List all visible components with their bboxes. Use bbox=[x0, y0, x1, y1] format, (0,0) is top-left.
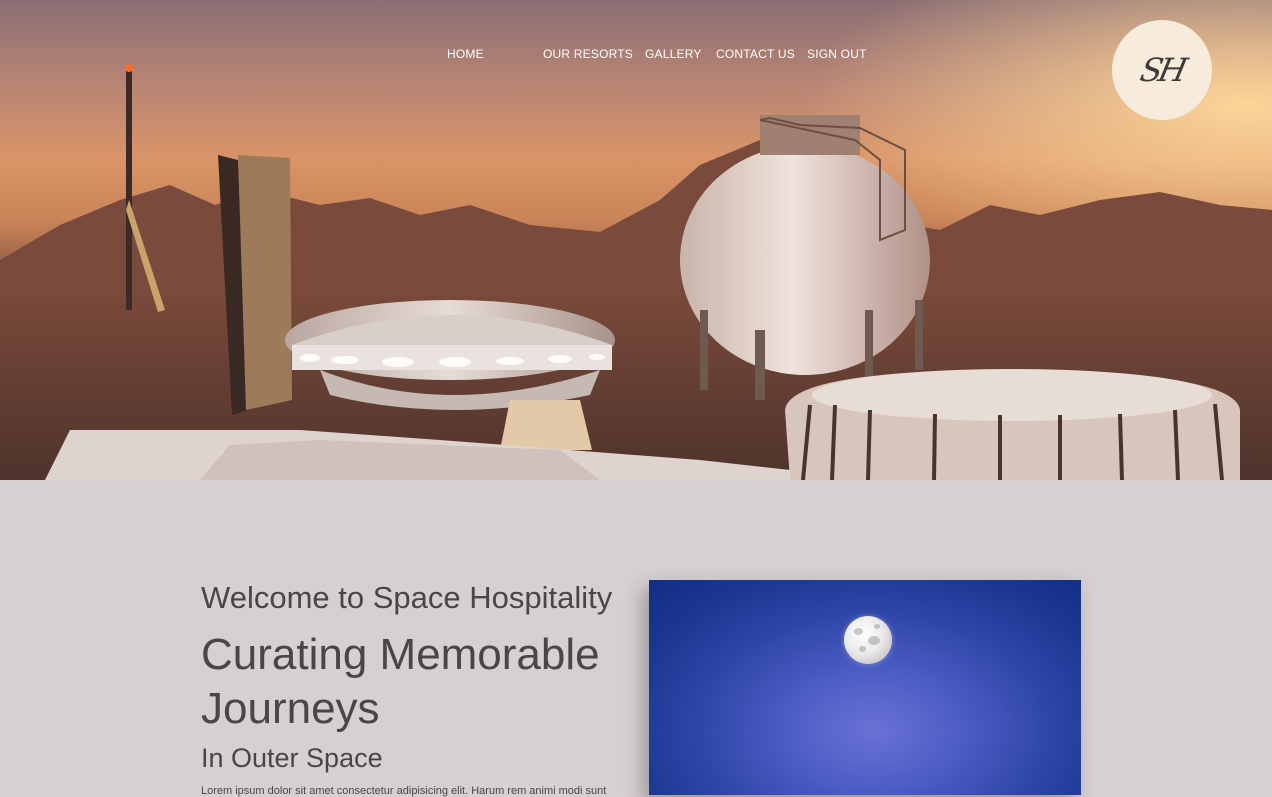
logo-badge[interactable]: SH bbox=[1112, 20, 1212, 120]
welcome-heading: Welcome to Space Hospitality bbox=[201, 580, 613, 615]
intro-section: Welcome to Space Hospitality Curating Me… bbox=[0, 480, 1272, 797]
logo-monogram: SH bbox=[1137, 51, 1187, 89]
nav-gallery-link[interactable]: GALLERY bbox=[645, 47, 702, 61]
moon-icon bbox=[844, 616, 892, 664]
hero-image bbox=[0, 0, 1272, 480]
main-navigation: HOME OUR RESORTS GALLERY CONTACT US SIGN… bbox=[0, 47, 1272, 65]
main-headline: Curating Memorable Journeys bbox=[201, 630, 600, 733]
nav-our-resorts-link[interactable]: OUR RESORTS bbox=[543, 47, 633, 61]
intro-body-text: Lorem ipsum dolor sit amet consectetur a… bbox=[201, 785, 607, 797]
moon-photo bbox=[649, 580, 1081, 795]
nav-contact-us-link[interactable]: CONTACT US bbox=[716, 47, 795, 61]
subheading: In Outer Space bbox=[201, 743, 383, 773]
hero-banner: HOME OUR RESORTS GALLERY CONTACT US SIGN… bbox=[0, 0, 1272, 480]
nav-sign-out-link[interactable]: SIGN OUT bbox=[807, 47, 867, 61]
nav-home-link[interactable]: HOME bbox=[447, 47, 484, 61]
